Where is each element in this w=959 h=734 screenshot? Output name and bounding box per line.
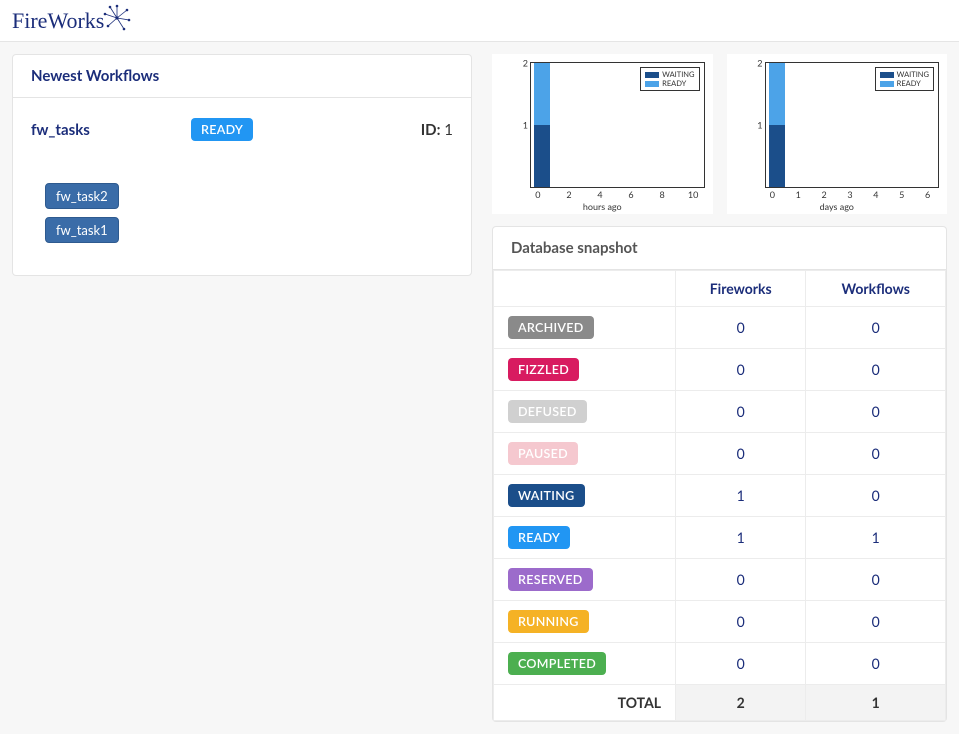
fireworks-count[interactable]: 0 <box>676 433 806 475</box>
fireworks-count[interactable]: 0 <box>676 349 806 391</box>
workflows-count[interactable]: 0 <box>806 433 946 475</box>
bar-ready <box>769 63 785 125</box>
state-cell: FIZZLED <box>494 349 676 391</box>
fireworks-count[interactable]: 0 <box>676 643 806 685</box>
bar-waiting <box>769 125 785 187</box>
days-ago-chart: number of fireworks WAITING READY 1 2 0 … <box>727 54 948 214</box>
app-header: FireWorks <box>0 0 959 42</box>
fireworks-count[interactable]: 1 <box>676 475 806 517</box>
app-logo[interactable]: FireWorks <box>12 8 130 34</box>
workflow-row: fw_tasks READY ID: 1 <box>31 114 453 159</box>
task-chip[interactable]: fw_task2 <box>45 183 119 209</box>
state-cell: WAITING <box>494 475 676 517</box>
bar-stack <box>534 63 550 187</box>
table-row: ARCHIVED 00 <box>494 307 946 349</box>
col-workflows: Workflows <box>806 271 946 307</box>
table-row: PAUSED 00 <box>494 433 946 475</box>
fireworks-count[interactable]: 0 <box>676 601 806 643</box>
state-badge-paused[interactable]: PAUSED <box>508 442 578 465</box>
workflows-count[interactable]: 0 <box>806 475 946 517</box>
total-fireworks: 2 <box>676 685 806 721</box>
state-cell: DEFUSED <box>494 391 676 433</box>
fireworks-count[interactable]: 0 <box>676 307 806 349</box>
table-row: DEFUSED 00 <box>494 391 946 433</box>
workflow-state-badge: READY <box>191 118 253 141</box>
newest-workflows-panel: Newest Workflows fw_tasks READY ID: 1 fw… <box>12 54 472 276</box>
workflow-name-link[interactable]: fw_tasks <box>31 121 191 139</box>
bar-waiting <box>534 125 550 187</box>
hours-ago-chart: number of fireworks WAITING READY 1 2 0 … <box>492 54 713 214</box>
state-cell: READY <box>494 517 676 559</box>
snapshot-table: Fireworks Workflows ARCHIVED00FIZZLED00D… <box>493 270 946 721</box>
col-state <box>494 271 676 307</box>
table-row: RESERVED 00 <box>494 559 946 601</box>
state-badge-running[interactable]: RUNNING <box>508 610 589 633</box>
panel-title: Newest Workflows <box>13 55 471 98</box>
table-row: FIZZLED 00 <box>494 349 946 391</box>
state-cell: COMPLETED <box>494 643 676 685</box>
state-cell: PAUSED <box>494 433 676 475</box>
state-badge-defused[interactable]: DEFUSED <box>508 400 587 423</box>
table-row: RUNNING 00 <box>494 601 946 643</box>
state-badge-completed[interactable]: COMPLETED <box>508 652 606 675</box>
x-axis-label: hours ago <box>492 201 713 212</box>
firework-icon <box>102 4 132 32</box>
snapshot-title: Database snapshot <box>493 227 946 270</box>
table-total-row: TOTAL21 <box>494 685 946 721</box>
workflows-count[interactable]: 1 <box>806 517 946 559</box>
state-cell: ARCHIVED <box>494 307 676 349</box>
task-chip[interactable]: fw_task1 <box>45 217 119 243</box>
task-chip-list: fw_task2 fw_task1 <box>31 159 453 247</box>
table-header-row: Fireworks Workflows <box>494 271 946 307</box>
state-cell: RUNNING <box>494 601 676 643</box>
workflow-id: ID: 1 <box>421 121 453 139</box>
state-badge-fizzled[interactable]: FIZZLED <box>508 358 579 381</box>
fireworks-count[interactable]: 0 <box>676 391 806 433</box>
bar-ready <box>534 63 550 125</box>
total-label: TOTAL <box>494 685 676 721</box>
workflows-count[interactable]: 0 <box>806 559 946 601</box>
x-axis-label: days ago <box>727 201 948 212</box>
fireworks-count[interactable]: 1 <box>676 517 806 559</box>
chart-legend: WAITING READY <box>640 67 699 91</box>
col-fireworks: Fireworks <box>676 271 806 307</box>
workflows-count[interactable]: 0 <box>806 391 946 433</box>
database-snapshot-panel: Database snapshot Fireworks Workflows AR… <box>492 226 947 722</box>
workflows-count[interactable]: 0 <box>806 643 946 685</box>
plot-area: WAITING READY 1 2 0 1 2 3 4 5 6 <box>765 62 940 188</box>
total-workflows: 1 <box>806 685 946 721</box>
logo-text: FireWorks <box>12 8 104 33</box>
table-row: COMPLETED 00 <box>494 643 946 685</box>
plot-area: WAITING READY 1 2 0 2 4 6 8 10 <box>530 62 705 188</box>
table-row: READY 11 <box>494 517 946 559</box>
bar-stack <box>769 63 785 187</box>
charts-row: number of fireworks WAITING READY 1 2 0 … <box>492 54 947 214</box>
state-badge-reserved[interactable]: RESERVED <box>508 568 593 591</box>
state-badge-archived[interactable]: ARCHIVED <box>508 316 594 339</box>
state-cell: RESERVED <box>494 559 676 601</box>
workflows-count[interactable]: 0 <box>806 307 946 349</box>
workflows-count[interactable]: 0 <box>806 601 946 643</box>
workflows-count[interactable]: 0 <box>806 349 946 391</box>
state-badge-ready[interactable]: READY <box>508 526 570 549</box>
table-row: WAITING 10 <box>494 475 946 517</box>
fireworks-count[interactable]: 0 <box>676 559 806 601</box>
chart-legend: WAITING READY <box>875 67 934 91</box>
state-badge-waiting[interactable]: WAITING <box>508 484 585 507</box>
main-content: Newest Workflows fw_tasks READY ID: 1 fw… <box>0 42 959 734</box>
